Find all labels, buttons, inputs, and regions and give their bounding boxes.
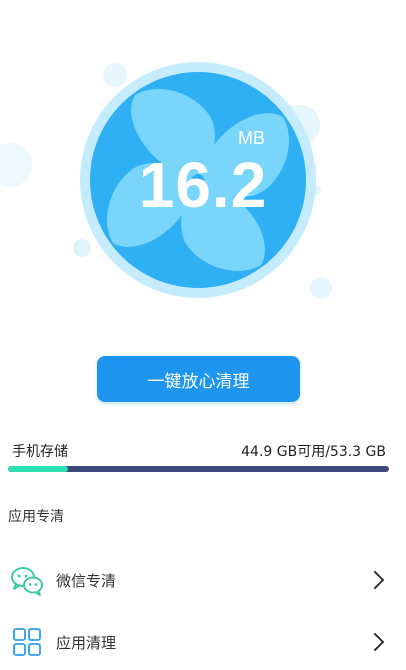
bubble-decoration — [73, 239, 91, 257]
storage-progress-fill — [8, 466, 69, 472]
junk-size-unit: MB — [238, 128, 265, 148]
chevron-right-icon — [374, 571, 384, 589]
one-click-clean-button[interactable]: 一键放心清理 — [97, 356, 300, 402]
chevron-right-icon — [374, 633, 384, 651]
bubble-decoration — [310, 277, 332, 299]
junk-size-value: 16.2 — [138, 149, 268, 221]
phone-storage-row: 手机存储 44.9 GB可用/53.3 GB — [12, 440, 386, 462]
section-title-app-clean: 应用专清 — [8, 509, 64, 525]
bubble-decoration — [103, 63, 127, 87]
list-item-wechat-clean[interactable]: 微信专清 — [0, 558, 406, 602]
cleaner-hero: 16.2 MB — [0, 0, 406, 340]
wechat-icon — [11, 567, 43, 596]
bubble-decoration — [0, 143, 32, 187]
storage-summary: 44.9 GB可用/53.3 GB — [241, 444, 386, 460]
list-item-app-clean[interactable]: 应用清理 — [0, 620, 406, 664]
storage-label: 手机存储 — [12, 444, 68, 460]
grid-apps-icon — [13, 628, 41, 656]
storage-progress-bar — [8, 466, 389, 472]
list-item-label: 微信专清 — [56, 571, 117, 590]
list-item-label: 应用清理 — [56, 633, 117, 652]
